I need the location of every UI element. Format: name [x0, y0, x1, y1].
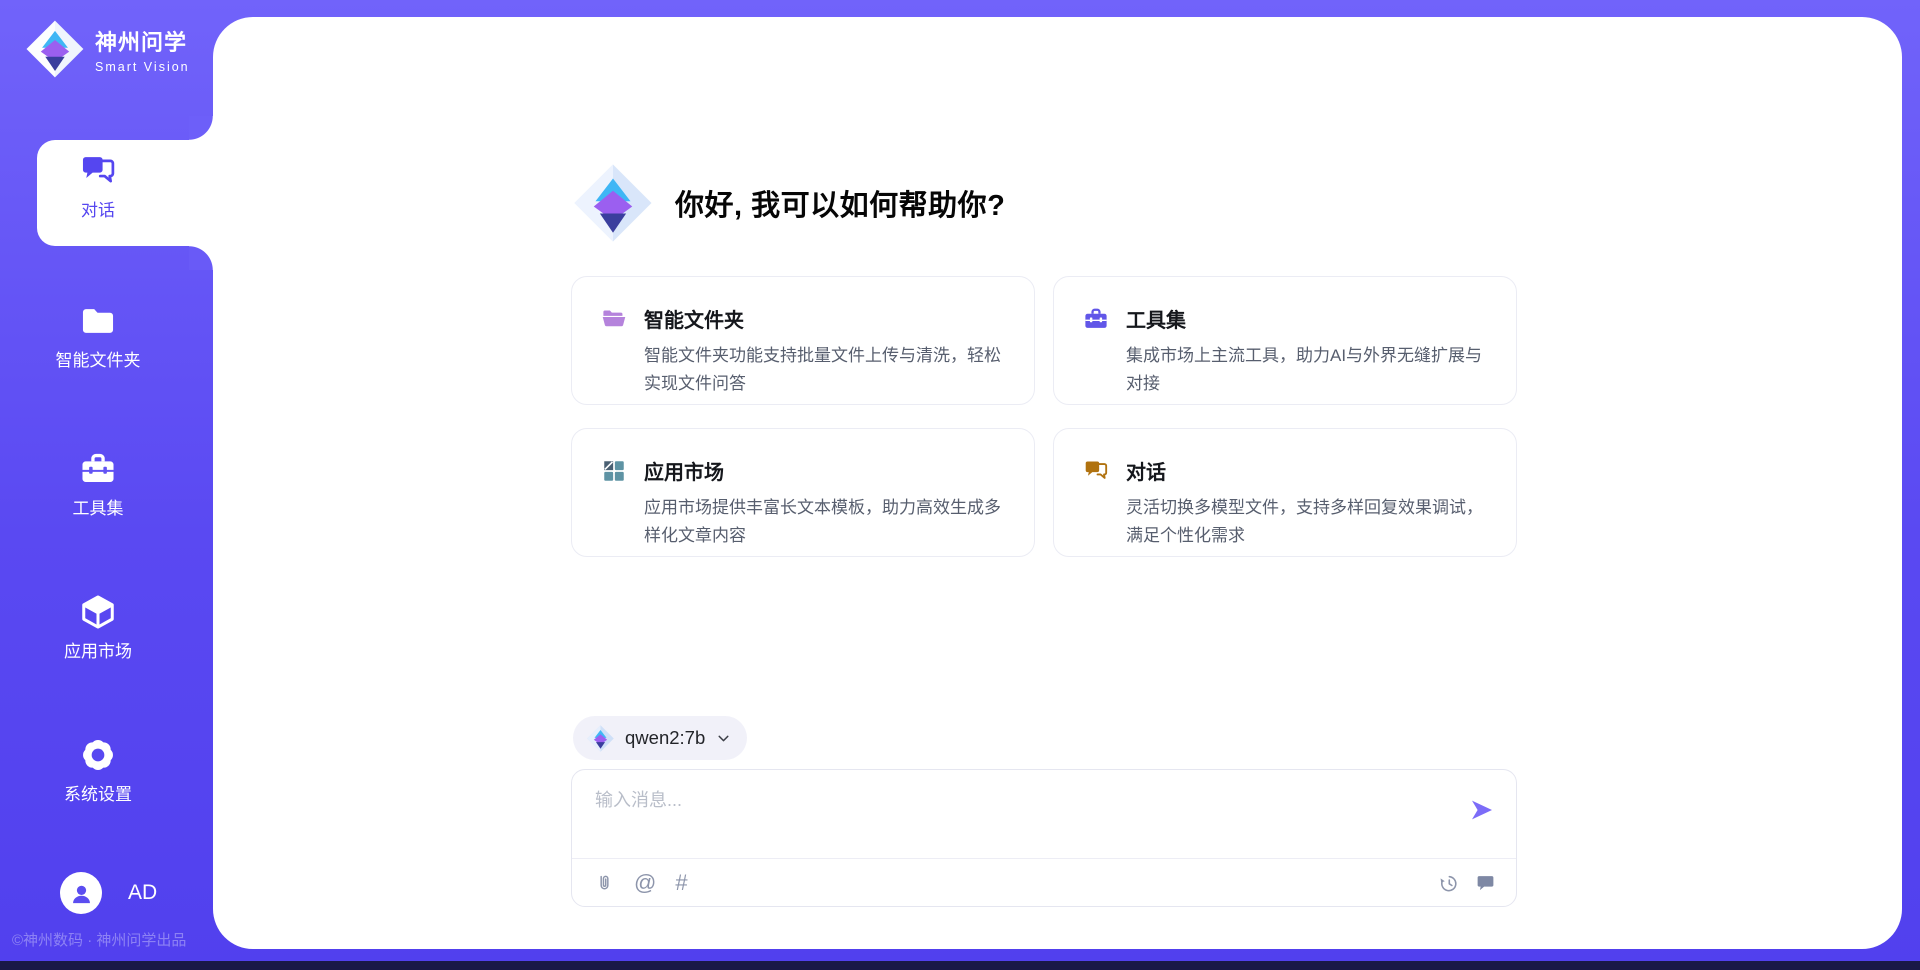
greeting-text: 你好, 我可以如何帮助你?	[675, 182, 1005, 224]
card-description: 灵活切换多模型文件，支持多样回复效果调试，满足个性化需求	[1126, 494, 1490, 550]
topic-button[interactable]: #	[675, 872, 687, 894]
user-avatar-icon	[68, 880, 95, 907]
send-button[interactable]	[1468, 796, 1496, 824]
folder-icon	[79, 302, 117, 340]
sidebar-item-label: 智能文件夹	[56, 346, 141, 371]
window-bottom-edge	[0, 961, 1920, 970]
sidebar-item-chat[interactable]: 对话	[0, 152, 196, 221]
brand-logo: 神州问学 Smart Vision	[24, 18, 190, 80]
chevron-down-icon	[715, 730, 732, 747]
user-account[interactable]: AD	[60, 872, 157, 914]
sidebar-item-label: 应用市场	[64, 637, 132, 662]
card-title: 应用市场	[644, 456, 724, 485]
card-title: 对话	[1126, 456, 1166, 485]
paperclip-icon	[594, 873, 615, 894]
gem-logo-icon	[571, 161, 655, 245]
folder-open-icon	[601, 306, 627, 332]
chat-bubbles-icon	[1083, 458, 1109, 484]
card-chat[interactable]: 对话 灵活切换多模型文件，支持多样回复效果调试，满足个性化需求	[1053, 428, 1517, 557]
composer-toolbar: @ #	[593, 859, 1496, 907]
sidebar-item-toolset[interactable]: 工具集	[0, 450, 196, 519]
user-name: AD	[128, 881, 157, 905]
gem-logo-icon	[586, 724, 615, 753]
main-panel: 你好, 我可以如何帮助你? 智能文件夹 智能文件夹功能支持批量文件上传与清洗，轻…	[213, 17, 1902, 949]
card-smart-folder[interactable]: 智能文件夹 智能文件夹功能支持批量文件上传与清洗，轻松实现文件问答	[571, 276, 1035, 405]
cube-icon	[79, 593, 117, 631]
sidebar-item-settings[interactable]: 系统设置	[0, 736, 196, 805]
tab-fillet-top	[189, 116, 213, 140]
shortcut-cards: 智能文件夹 智能文件夹功能支持批量文件上传与清洗，轻松实现文件问答 工具集 集成…	[571, 276, 1517, 557]
sidebar-item-label: 系统设置	[64, 780, 132, 805]
message-input[interactable]	[593, 784, 1447, 846]
mention-button[interactable]: @	[634, 872, 656, 894]
card-title: 工具集	[1126, 304, 1186, 333]
card-description: 集成市场上主流工具，助力AI与外界无缝扩展与对接	[1126, 342, 1490, 398]
history-button[interactable]	[1437, 872, 1459, 894]
message-composer: @ #	[571, 769, 1517, 907]
brand-subtitle: Smart Vision	[95, 60, 190, 74]
briefcase-icon	[79, 450, 117, 488]
sidebar-item-label: 对话	[81, 196, 115, 221]
gem-logo-icon	[24, 18, 86, 80]
model-name: qwen2:7b	[625, 727, 705, 749]
briefcase-icon	[1083, 306, 1109, 332]
avatar	[60, 872, 102, 914]
copyright-footer: ©神州数码 · 神州问学出品	[12, 929, 186, 950]
chat-bubble-icon	[1475, 873, 1496, 894]
tab-fillet-bottom	[189, 246, 213, 270]
model-selector[interactable]: qwen2:7b	[573, 716, 747, 760]
attach-file-button[interactable]	[593, 872, 615, 894]
sidebar: 神州问学 Smart Vision 对话 智能文件夹 工具集	[0, 0, 213, 970]
grid-icon	[601, 458, 627, 484]
history-icon	[1438, 873, 1459, 894]
greeting: 你好, 我可以如何帮助你?	[571, 161, 1005, 245]
card-description: 应用市场提供丰富长文本模板，助力高效生成多样化文章内容	[644, 494, 1008, 550]
card-title: 智能文件夹	[644, 304, 744, 333]
quick-chat-button[interactable]	[1474, 872, 1496, 894]
chat-bubbles-icon	[79, 152, 117, 190]
card-toolset[interactable]: 工具集 集成市场上主流工具，助力AI与外界无缝扩展与对接	[1053, 276, 1517, 405]
sidebar-item-label: 工具集	[73, 494, 124, 519]
gear-icon	[79, 736, 117, 774]
card-description: 智能文件夹功能支持批量文件上传与清洗，轻松实现文件问答	[644, 342, 1008, 398]
sidebar-item-smart-folder[interactable]: 智能文件夹	[0, 302, 196, 371]
card-app-market[interactable]: 应用市场 应用市场提供丰富长文本模板，助力高效生成多样化文章内容	[571, 428, 1035, 557]
send-icon	[1468, 796, 1496, 824]
sidebar-item-app-market[interactable]: 应用市场	[0, 593, 196, 662]
brand-name: 神州问学	[95, 25, 190, 57]
